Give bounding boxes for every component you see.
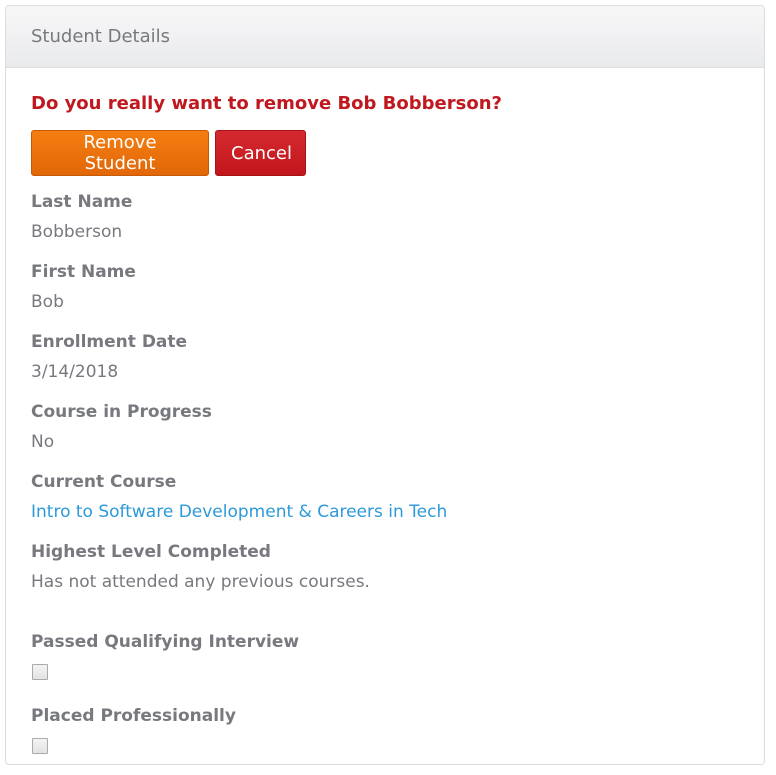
cancel-button[interactable]: Cancel: [215, 130, 306, 176]
current-course-label: Current Course: [31, 472, 177, 492]
placed-professionally-checkbox[interactable]: [32, 738, 48, 754]
current-course-link[interactable]: Intro to Software Development & Careers …: [31, 500, 739, 526]
passed-interview-label: Passed Qualifying Interview: [31, 632, 300, 652]
last-name-label: Last Name: [31, 192, 133, 212]
last-name-value: Bobberson: [31, 222, 123, 242]
panel-body: Do you really want to remove Bob Bobbers…: [6, 68, 764, 754]
panel-title: Student Details: [6, 6, 764, 68]
remove-student-button[interactable]: Remove Student: [31, 130, 209, 176]
highest-level-label: Highest Level Completed: [31, 542, 271, 562]
course-in-progress-value: No: [31, 432, 55, 452]
remove-confirmation-message: Do you really want to remove Bob Bobbers…: [31, 93, 502, 114]
enrollment-date-value: 3/14/2018: [31, 362, 119, 382]
passed-interview-checkbox[interactable]: [32, 664, 48, 680]
first-name-value: Bob: [31, 292, 64, 312]
student-details-panel: Student Details Do you really want to re…: [5, 5, 765, 765]
course-in-progress-label: Course in Progress: [31, 402, 212, 422]
highest-level-value: Has not attended any previous courses.: [31, 572, 370, 592]
enrollment-date-label: Enrollment Date: [31, 332, 188, 352]
first-name-label: First Name: [31, 262, 136, 282]
confirmation-buttons: Remove Student Cancel: [31, 130, 739, 176]
placed-professionally-label: Placed Professionally: [31, 706, 236, 726]
